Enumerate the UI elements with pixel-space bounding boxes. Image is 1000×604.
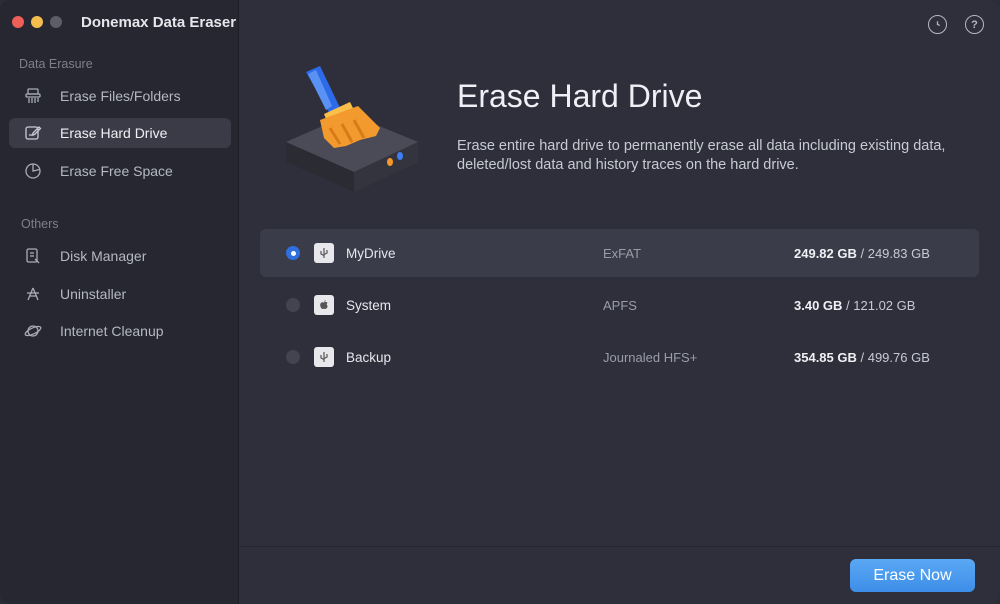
close-window-button[interactable] [12,16,24,28]
app-window: Data Erasure Erase Files/Folders Erase H… [0,0,1000,604]
section-label-data-erasure: Data Erasure [19,57,93,71]
drive-total: 121.02 GB [853,297,916,313]
drive-row-system[interactable]: System APFS 3.40 GB / 121.02 GB [260,281,979,329]
zoom-window-button[interactable] [50,16,62,28]
drive-size-separator: / [856,245,868,261]
drive-total: 249.83 GB [867,245,930,261]
drive-filesystem: APFS [603,297,637,313]
drive-filesystem: Journaled HFS+ [603,349,698,365]
apple-drive-icon [314,295,334,315]
drive-name: System [346,297,392,313]
sidebar-item-erase-hard-drive[interactable]: Erase Hard Drive [9,118,231,148]
page-title: Erase Hard Drive [457,78,703,114]
shredder-icon [23,86,43,106]
drive-used: 3.40 GB [794,297,843,313]
drive-capacity: 354.85 GB / 499.76 GB [794,350,930,365]
disk-manager-icon [23,246,43,266]
drive-used: 249.82 GB [794,245,857,261]
sidebar-item-label: Disk Manager [60,248,147,264]
app-title: Donemax Data Eraser [81,14,237,31]
drive-row-backup[interactable]: Backup Journaled HFS+ 354.85 GB / 499.76… [260,333,979,381]
sidebar-item-label: Erase Files/Folders [60,88,181,104]
edit-drive-icon [23,123,43,143]
planet-icon [23,321,43,341]
sidebar-item-label: Erase Free Space [60,163,173,179]
drive-radio[interactable] [286,246,300,260]
pie-icon [23,161,43,181]
sidebar: Data Erasure Erase Files/Folders Erase H… [0,0,239,604]
minimize-window-button[interactable] [31,16,43,28]
sidebar-item-label: Uninstaller [60,286,127,302]
erase-now-button[interactable]: Erase Now [850,559,975,592]
sidebar-item-erase-files[interactable]: Erase Files/Folders [9,81,231,111]
section-label-others: Others [21,217,59,231]
drive-row-mydrive[interactable]: MyDrive ExFAT 249.82 GB / 249.83 GB [260,229,979,277]
drive-name: MyDrive [346,245,396,261]
sidebar-item-label: Internet Cleanup [60,323,164,339]
drive-filesystem: ExFAT [603,245,642,261]
usb-drive-icon [314,243,334,263]
window-controls [12,16,62,28]
drive-radio[interactable] [286,298,300,312]
page-description: Erase entire hard drive to permanently e… [457,138,946,173]
drive-name: Backup [346,349,392,365]
eraser-brush-illustration [280,62,420,202]
sidebar-item-uninstaller[interactable]: Uninstaller [9,279,231,309]
drive-size-separator: / [842,297,854,313]
drive-capacity: 3.40 GB / 121.02 GB [794,298,915,313]
drive-size-separator: / [856,349,868,365]
sidebar-item-disk-manager[interactable]: Disk Manager [9,241,231,271]
uninstaller-icon [23,284,43,304]
sidebar-item-internet-cleanup[interactable]: Internet Cleanup [9,316,231,346]
drive-capacity: 249.82 GB / 249.83 GB [794,246,930,261]
drive-total: 499.76 GB [867,349,930,365]
main-panel: Erase Hard Drive Erase entire hard drive… [240,0,1000,604]
usb-drive-icon [314,347,334,367]
drive-radio[interactable] [286,350,300,364]
sidebar-item-erase-free-space[interactable]: Erase Free Space [9,156,231,186]
drive-used: 354.85 GB [794,349,857,365]
sidebar-item-label: Erase Hard Drive [60,125,168,141]
footer-bar: Erase Now [240,546,1000,604]
